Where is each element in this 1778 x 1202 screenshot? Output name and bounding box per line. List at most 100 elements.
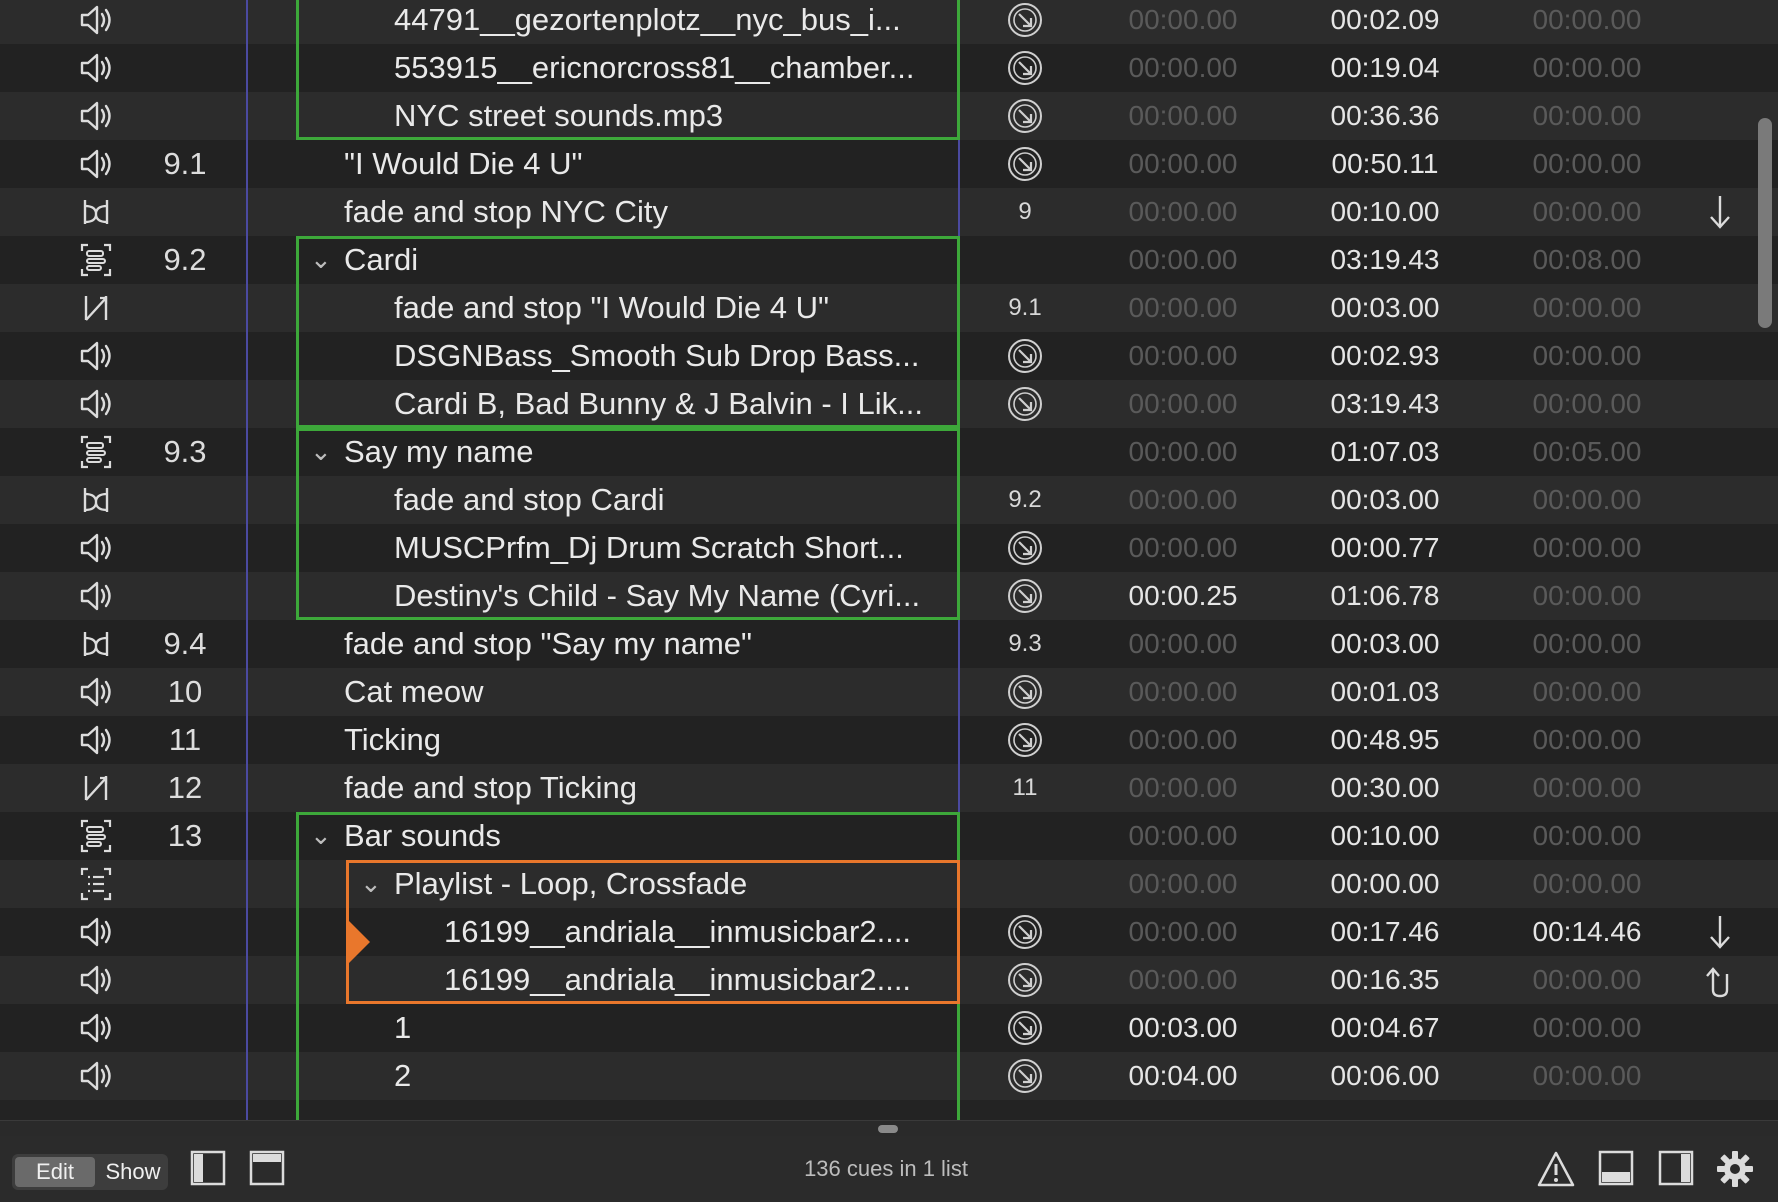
action-duration[interactable]: 00:03.00 (1290, 476, 1480, 524)
pre-wait-time[interactable]: 00:03.00 (1088, 1004, 1278, 1052)
target-circle-icon[interactable] (985, 1052, 1065, 1100)
cue-row[interactable]: 13 ⌄ Bar sounds 00:00.00 00:10.00 00:00.00 (0, 812, 1778, 860)
pre-wait-time[interactable]: 00:00.00 (1088, 524, 1278, 572)
loop-return-icon[interactable] (1705, 960, 1749, 1000)
action-duration[interactable]: 00:16.35 (1290, 956, 1480, 1004)
cue-row[interactable]: 10 Cat meow 00:00.00 00:01.03 00:00.00 (0, 668, 1778, 716)
post-wait-time[interactable]: 00:00.00 (1492, 860, 1682, 908)
post-wait-time[interactable]: 00:00.00 (1492, 620, 1682, 668)
cue-name[interactable]: fade and stop "I Would Die 4 U" (394, 284, 955, 332)
action-duration[interactable]: 00:06.00 (1290, 1052, 1480, 1100)
show-mode-button[interactable]: Show (100, 1154, 166, 1190)
action-duration[interactable]: 00:30.00 (1290, 764, 1480, 812)
pre-wait-time[interactable]: 00:00.00 (1088, 332, 1278, 380)
pre-wait-time[interactable]: 00:00.00 (1088, 908, 1278, 956)
pre-wait-time[interactable]: 00:00.00 (1088, 668, 1278, 716)
disclosure-chevron-icon[interactable]: ⌄ (310, 428, 332, 474)
action-duration[interactable]: 01:06.78 (1290, 572, 1480, 620)
action-duration[interactable]: 00:50.11 (1290, 140, 1480, 188)
action-duration[interactable]: 01:07.03 (1290, 428, 1480, 476)
edit-mode-button[interactable]: Edit (15, 1157, 95, 1187)
cue-name[interactable]: Bar sounds (344, 812, 955, 860)
cue-name[interactable]: 553915__ericnorcross81__chamber... (394, 44, 955, 92)
disclosure-chevron-icon[interactable]: ⌄ (360, 860, 382, 906)
action-duration[interactable]: 00:03.00 (1290, 284, 1480, 332)
cue-row[interactable]: MUSCPrfm_Dj Drum Scratch Short... 00:00.0… (0, 524, 1778, 572)
cue-row[interactable]: 16199__andriala__inmusicbar2.... 00:00.00… (0, 908, 1778, 956)
post-wait-time[interactable]: 00:05.00 (1492, 428, 1682, 476)
pre-wait-time[interactable]: 00:00.00 (1088, 44, 1278, 92)
cue-row[interactable]: DSGNBass_Smooth Sub Drop Bass... 00:00.00… (0, 332, 1778, 380)
cue-name[interactable]: NYC street sounds.mp3 (394, 92, 955, 140)
cue-name[interactable]: MUSCPrfm_Dj Drum Scratch Short... (394, 524, 955, 572)
cue-row[interactable]: 11 Ticking 00:00.00 00:48.95 00:00.00 (0, 716, 1778, 764)
cue-name[interactable]: fade and stop Cardi (394, 476, 955, 524)
post-wait-time[interactable]: 00:00.00 (1492, 332, 1682, 380)
post-wait-time[interactable]: 00:00.00 (1492, 812, 1682, 860)
target-cue-number[interactable]: 9.2 (985, 476, 1065, 524)
disclosure-chevron-icon[interactable]: ⌄ (310, 812, 332, 858)
split-grip[interactable] (878, 1125, 898, 1133)
cue-name[interactable]: 2 (394, 1052, 955, 1100)
disclosure-chevron-icon[interactable]: ⌄ (310, 236, 332, 282)
pre-wait-time[interactable]: 00:00.00 (1088, 812, 1278, 860)
cue-row[interactable]: 9.1 "I Would Die 4 U" 00:00.00 00:50.11 00:0… (0, 140, 1778, 188)
cue-row[interactable]: fade and stop Cardi 9.2 00:00.00 00:03.00 00… (0, 476, 1778, 524)
cue-row[interactable]: 2 00:04.00 00:06.00 00:00.00 (0, 1052, 1778, 1100)
pre-wait-time[interactable]: 00:00.00 (1088, 188, 1278, 236)
cue-row[interactable]: Destiny's Child - Say My Name (Cyri... 00… (0, 572, 1778, 620)
pre-wait-time[interactable]: 00:04.00 (1088, 1052, 1278, 1100)
cue-list-table[interactable]: 44791__gezortenplotz__nyc_bus_i... 00:00.… (0, 0, 1778, 1120)
post-wait-time[interactable]: 00:14.46 (1492, 908, 1682, 956)
action-duration[interactable]: 00:03.00 (1290, 620, 1480, 668)
target-circle-icon[interactable] (985, 140, 1065, 188)
pre-wait-time[interactable]: 00:00.00 (1088, 236, 1278, 284)
pre-wait-time[interactable]: 00:00.00 (1088, 860, 1278, 908)
cue-name[interactable]: Destiny's Child - Say My Name (Cyri... (394, 572, 955, 620)
sidebar-left-icon[interactable] (190, 1150, 226, 1191)
cue-row[interactable]: ⌄ Playlist - Loop, Crossfade 00:00.00 00:00… (0, 860, 1778, 908)
action-duration[interactable]: 00:00.00 (1290, 860, 1480, 908)
auto-continue-icon[interactable] (1705, 192, 1749, 232)
pre-wait-time[interactable]: 00:00.00 (1088, 764, 1278, 812)
action-duration[interactable]: 00:48.95 (1290, 716, 1480, 764)
target-cue-number[interactable]: 11 (985, 764, 1065, 812)
target-circle-icon[interactable] (985, 0, 1065, 44)
target-circle-icon[interactable] (985, 524, 1065, 572)
action-duration[interactable]: 00:02.09 (1290, 0, 1480, 44)
post-wait-time[interactable]: 00:00.00 (1492, 380, 1682, 428)
auto-continue-icon[interactable] (1705, 912, 1749, 952)
post-wait-time[interactable]: 00:00.00 (1492, 188, 1682, 236)
post-wait-time[interactable]: 00:00.00 (1492, 716, 1682, 764)
pre-wait-time[interactable]: 00:00.00 (1088, 716, 1278, 764)
post-wait-time[interactable]: 00:08.00 (1492, 236, 1682, 284)
cue-name[interactable]: fade and stop Ticking (344, 764, 955, 812)
cue-name[interactable]: Playlist - Loop, Crossfade (394, 860, 955, 908)
action-duration[interactable]: 00:19.04 (1290, 44, 1480, 92)
target-circle-icon[interactable] (985, 380, 1065, 428)
cue-name[interactable]: Ticking (344, 716, 955, 764)
cue-row[interactable]: 553915__ericnorcross81__chamber... 00:00.… (0, 44, 1778, 92)
cue-row[interactable]: 16199__andriala__inmusicbar2.... 00:00.00… (0, 956, 1778, 1004)
target-circle-icon[interactable] (985, 572, 1065, 620)
cue-row[interactable]: 1 00:03.00 00:04.67 00:00.00 (0, 1004, 1778, 1052)
action-duration[interactable]: 00:04.67 (1290, 1004, 1480, 1052)
target-circle-icon[interactable] (985, 668, 1065, 716)
cue-row[interactable]: Cardi B, Bad Bunny & J Balvin - I Lik...… (0, 380, 1778, 428)
cue-name[interactable]: 16199__andriala__inmusicbar2.... (444, 956, 955, 1004)
right-panel-icon[interactable] (1658, 1150, 1694, 1191)
split-divider[interactable] (0, 1120, 1778, 1137)
cue-name[interactable]: Cardi B, Bad Bunny & J Balvin - I Lik... (394, 380, 955, 428)
inspector-top-icon[interactable] (249, 1150, 285, 1191)
cue-name[interactable]: fade and stop "Say my name" (344, 620, 955, 668)
bottom-panel-icon[interactable] (1598, 1150, 1634, 1191)
post-wait-time[interactable]: 00:00.00 (1492, 1004, 1682, 1052)
action-duration[interactable]: 00:36.36 (1290, 92, 1480, 140)
cue-row[interactable]: 12 fade and stop Ticking 11 00:00.00 00:30.0… (0, 764, 1778, 812)
action-duration[interactable]: 03:19.43 (1290, 380, 1480, 428)
post-wait-time[interactable]: 00:00.00 (1492, 956, 1682, 1004)
pre-wait-time[interactable]: 00:00.00 (1088, 140, 1278, 188)
pre-wait-time[interactable]: 00:00.00 (1088, 380, 1278, 428)
pre-wait-time[interactable]: 00:00.00 (1088, 284, 1278, 332)
cue-name[interactable]: 1 (394, 1004, 955, 1052)
